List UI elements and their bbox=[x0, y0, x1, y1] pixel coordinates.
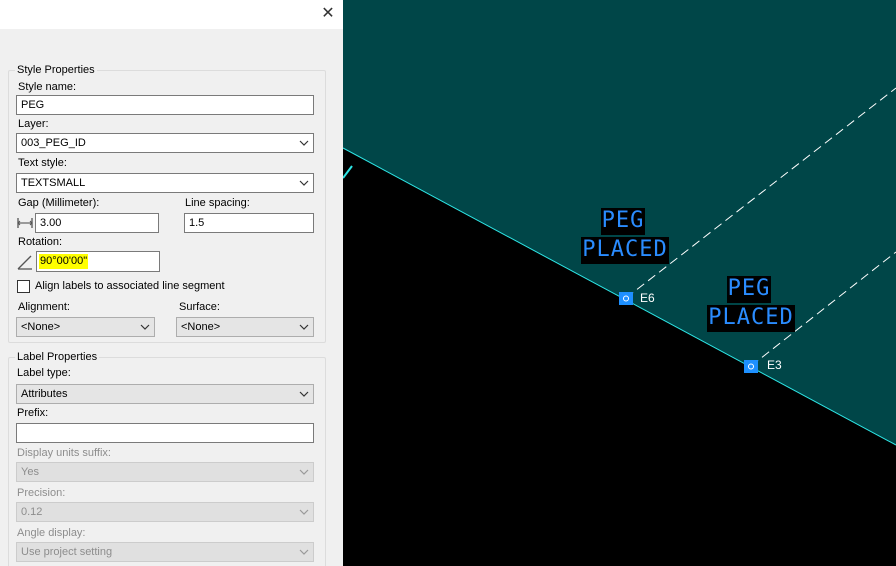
alignment-dropdown[interactable]: <None> bbox=[16, 317, 155, 337]
text-style-label: Text style: bbox=[18, 157, 67, 169]
dialog-toolbar-strip bbox=[0, 29, 343, 58]
rotation-input-value: 90°00'00" bbox=[39, 254, 89, 269]
text-style-dropdown[interactable]: TEXTSMALL bbox=[16, 173, 314, 193]
precision-dropdown-value: 0.12 bbox=[21, 506, 43, 518]
cad-viewport[interactable]: PEG PLACED E6 PEG PLACED E3 bbox=[343, 0, 896, 566]
point-label-e6: E6 bbox=[640, 291, 655, 305]
point-label-e3: E3 bbox=[767, 358, 782, 372]
label-type-dropdown[interactable]: Attributes bbox=[16, 384, 314, 404]
chevron-down-icon bbox=[299, 324, 309, 330]
angle-icon bbox=[17, 255, 32, 270]
surface-dropdown-value: <None> bbox=[181, 321, 221, 333]
style-name-label: Style name: bbox=[18, 81, 77, 93]
boundary-line-fragment bbox=[343, 165, 353, 179]
gap-input[interactable]: 3.00 bbox=[35, 213, 159, 233]
gap-label: Gap (Millimeter): bbox=[18, 197, 100, 209]
angle-display-value: Use project setting bbox=[21, 546, 113, 558]
angle-display-dropdown[interactable]: Use project setting bbox=[16, 542, 314, 562]
chevron-down-icon bbox=[299, 469, 309, 475]
line-spacing-input[interactable]: 1.5 bbox=[184, 213, 314, 233]
chevron-down-icon bbox=[299, 509, 309, 515]
angle-display-label: Angle display: bbox=[17, 527, 86, 539]
text-style-dropdown-value: TEXTSMALL bbox=[21, 177, 86, 189]
alignment-label: Alignment: bbox=[18, 301, 70, 313]
layer-dropdown[interactable]: 003_PEG_ID bbox=[16, 133, 314, 153]
display-units-suffix-label: Display units suffix: bbox=[17, 447, 111, 459]
peg-label-e6-line2: PLACED bbox=[581, 237, 669, 264]
style-dialog-panel: ✕ Style Properties Style name: PEG Layer… bbox=[0, 0, 343, 566]
drawing-canvas bbox=[343, 0, 896, 446]
label-properties-title: Label Properties bbox=[15, 351, 100, 363]
prefix-label: Prefix: bbox=[17, 407, 49, 419]
dialog-title-bar bbox=[0, 0, 343, 29]
peg-label-e3-line1: PEG bbox=[727, 276, 771, 303]
chevron-down-icon bbox=[299, 180, 309, 186]
marker-e6-icon[interactable] bbox=[619, 292, 633, 305]
chevron-down-icon bbox=[299, 391, 309, 397]
style-name-input[interactable]: PEG bbox=[16, 95, 314, 115]
label-type-dropdown-value: Attributes bbox=[21, 388, 68, 400]
rotation-label: Rotation: bbox=[18, 236, 63, 248]
precision-label: Precision: bbox=[17, 487, 66, 499]
align-labels-label: Align labels to associated line segment bbox=[35, 280, 225, 292]
display-units-suffix-value: Yes bbox=[21, 466, 39, 478]
peg-label-e3-line2: PLACED bbox=[707, 305, 795, 332]
rotation-input[interactable]: 90°00'00" bbox=[36, 251, 160, 272]
chevron-down-icon bbox=[299, 140, 309, 146]
prefix-input[interactable] bbox=[16, 423, 314, 443]
style-properties-title: Style Properties bbox=[15, 64, 97, 76]
marker-e3-icon[interactable] bbox=[744, 360, 758, 373]
label-type-label: Label type: bbox=[17, 367, 71, 379]
gap-width-icon bbox=[17, 218, 33, 228]
line-spacing-label: Line spacing: bbox=[185, 197, 250, 209]
close-icon[interactable]: ✕ bbox=[317, 4, 339, 24]
chevron-down-icon bbox=[299, 549, 309, 555]
surface-label: Surface: bbox=[179, 301, 220, 313]
peg-label-e6-line1: PEG bbox=[601, 208, 645, 235]
surface-dropdown[interactable]: <None> bbox=[176, 317, 314, 337]
layer-label: Layer: bbox=[18, 118, 49, 130]
chevron-down-icon bbox=[140, 324, 150, 330]
align-labels-checkbox[interactable] bbox=[17, 280, 30, 293]
alignment-dropdown-value: <None> bbox=[21, 321, 61, 333]
layer-dropdown-value: 003_PEG_ID bbox=[21, 137, 86, 149]
precision-dropdown[interactable]: 0.12 bbox=[16, 502, 314, 522]
display-units-suffix-dropdown[interactable]: Yes bbox=[16, 462, 314, 482]
